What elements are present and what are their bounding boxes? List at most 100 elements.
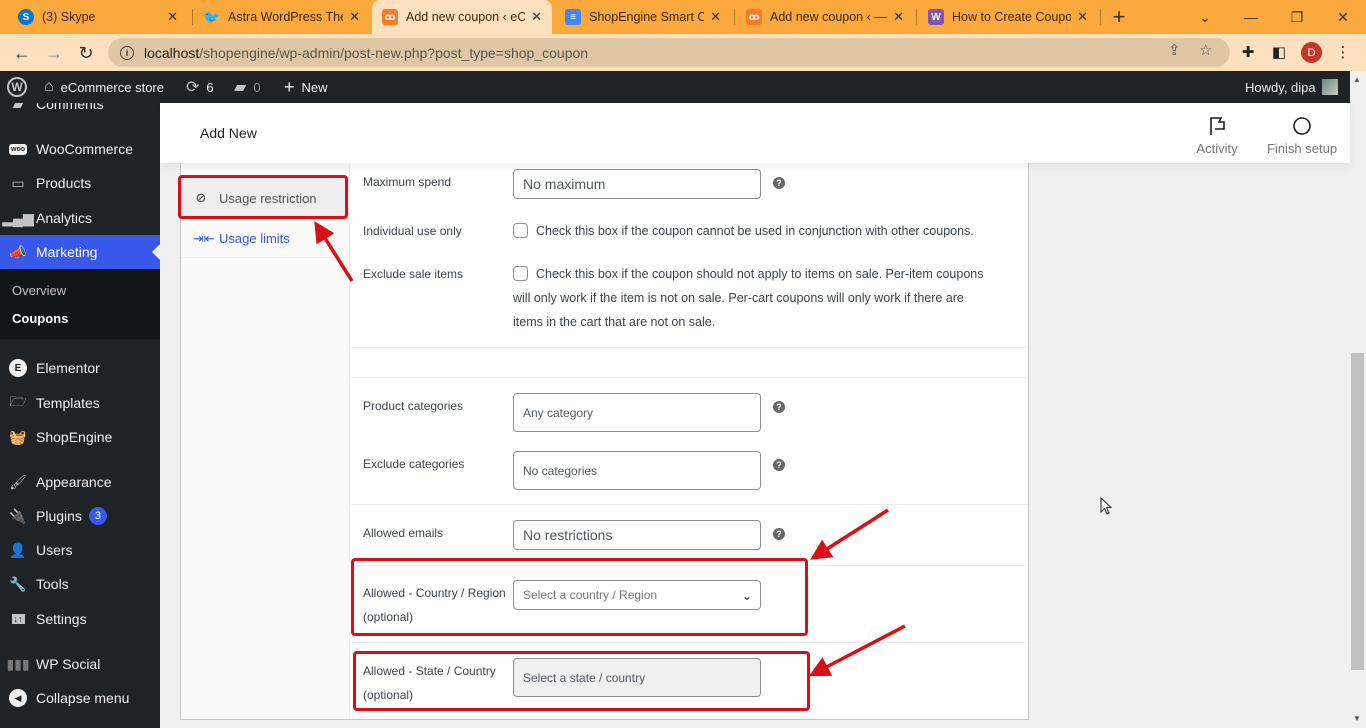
sidebar-item-label: Analytics (36, 210, 93, 226)
my-account-link[interactable]: Howdy, dipa (1245, 71, 1338, 103)
sidebar-item-label: WP Social (36, 656, 101, 672)
comments-link[interactable]: ▰ 0 (234, 71, 261, 103)
browser-tab[interactable]: ꝏ Add new coupon ‹ — ✕ (736, 0, 914, 34)
back-icon[interactable]: ← (9, 41, 35, 65)
elementor-icon: E (8, 358, 28, 378)
help-icon[interactable]: ? (773, 459, 785, 471)
maximum-spend-input[interactable]: No maximum (513, 169, 761, 199)
close-tab-icon[interactable]: ✕ (349, 9, 360, 25)
extensions-icon[interactable]: ✚ (1237, 41, 1259, 63)
browser-toolbar: ← → ↻ i localhost/shopengine/wp-admin/po… (0, 34, 1366, 71)
sidebar-item-settings[interactable]: ↓↑ Settings (0, 602, 160, 636)
finish-setup-label: Finish setup (1266, 141, 1338, 156)
tab-separator (916, 9, 917, 25)
tab-title: How to Create Coupo (952, 10, 1072, 24)
close-window-icon[interactable]: ✕ (1320, 0, 1366, 34)
submenu-item-coupons[interactable]: Coupons (12, 311, 68, 326)
profile-avatar[interactable]: D (1301, 42, 1322, 63)
sidebar-item-comments[interactable]: ▰ Comments (0, 103, 160, 121)
scroll-down-icon[interactable]: ▼ (1353, 714, 1361, 723)
wp-social-icon: ▮▮▮ (6, 655, 30, 672)
sidebar-item-elementor[interactable]: E Elementor (0, 351, 160, 385)
exclude-categories-select[interactable]: No categories (513, 451, 761, 490)
share-icon[interactable]: ⇪ (1168, 41, 1181, 59)
browser-tab[interactable]: ≡ ShopEngine Smart Co ✕ (555, 0, 731, 34)
sidebar-item-label: Collapse menu (36, 690, 130, 706)
exclude-sale-description: will only work if the item is not on sal… (513, 291, 964, 305)
finish-setup-button[interactable]: Finish setup (1266, 115, 1338, 156)
help-icon[interactable]: ? (773, 401, 785, 413)
sidebar-item-products[interactable]: ▭ Products (0, 166, 160, 200)
sidebar-item-analytics[interactable]: ▂▄▆ Analytics (0, 201, 160, 235)
bookmark-star-icon[interactable]: ☆ (1199, 41, 1212, 59)
sidebar-item-appearance[interactable]: 🖌 Appearance (0, 465, 160, 499)
divider (351, 642, 1028, 643)
wp-logo-icon[interactable]: W (7, 71, 27, 103)
tab-search-icon[interactable]: ⌄ (1182, 0, 1228, 34)
browser-tab-active[interactable]: ꝏ Add new coupon ‹ eC ✕ (372, 0, 552, 34)
side-panel-icon[interactable]: ◧ (1268, 41, 1290, 63)
product-categories-label: Product categories (363, 399, 464, 413)
collapse-icon: ◀ (8, 688, 28, 708)
address-bar[interactable]: i localhost/shopengine/wp-admin/post-new… (108, 38, 1230, 67)
browser-tab[interactable]: S (3) Skype ✕ (8, 0, 188, 34)
sidebar-item-users[interactable]: 👤 Users (0, 533, 160, 567)
close-tab-icon[interactable]: ✕ (531, 9, 542, 25)
sidebar-item-plugins[interactable]: 🔌 Plugins 3 (0, 499, 160, 533)
close-tab-icon[interactable]: ✕ (1077, 9, 1088, 25)
tab-title: Add new coupon ‹ eC (406, 10, 526, 24)
collapse-menu-button[interactable]: ◀ Collapse menu (0, 681, 160, 715)
plus-icon: + (284, 76, 295, 97)
new-content-link[interactable]: + New (284, 71, 328, 103)
browser-menu-icon[interactable]: ⋮ (1332, 41, 1354, 63)
minimize-icon[interactable]: — (1228, 0, 1274, 34)
url-host: localhost (144, 44, 200, 61)
sidebar-item-woocommerce[interactable]: woo WooCommerce (0, 132, 160, 166)
close-tab-icon[interactable]: ✕ (710, 9, 721, 25)
tab-usage-limits[interactable]: ⇥⇤ Usage limits (181, 220, 349, 258)
plugins-update-badge: 3 (88, 507, 107, 525)
help-icon[interactable]: ? (773, 177, 785, 189)
page-scrollbar[interactable]: ▲ ▼ (1350, 71, 1366, 728)
close-tab-icon[interactable]: ✕ (167, 9, 178, 25)
twitter-icon: 🐦 (203, 8, 221, 25)
reload-icon[interactable]: ↻ (73, 41, 99, 65)
updates-icon: ⟳ (186, 79, 200, 96)
tab-separator (734, 9, 735, 25)
help-icon[interactable]: ? (773, 528, 785, 540)
comment-icon: ▰ (234, 79, 247, 96)
paintbrush-icon: 🖌 (9, 473, 27, 490)
plugin-icon: 🔌 (9, 507, 27, 524)
browser-tab[interactable]: W How to Create Coupo ✕ (918, 0, 1098, 34)
submenu-item-overview[interactable]: Overview (12, 283, 66, 298)
user-avatar (1321, 79, 1338, 95)
individual-use-checkbox[interactable] (513, 223, 528, 238)
sidebar-item-shopengine[interactable]: 🧺 ShopEngine (0, 420, 160, 454)
product-categories-select[interactable]: Any category (513, 393, 761, 432)
browser-tab[interactable]: 🐦 Astra WordPress Them ✕ (194, 0, 370, 34)
woocommerce-header: Add New Activity Finish setup (160, 103, 1350, 163)
flag-icon (1194, 115, 1240, 137)
forward-icon[interactable]: → (41, 41, 67, 65)
exclude-sale-checkbox[interactable] (513, 266, 528, 281)
activity-button[interactable]: Activity (1194, 115, 1240, 156)
restore-icon[interactable]: ❐ (1274, 0, 1320, 34)
individual-use-description: Check this box if the coupon cannot be u… (536, 224, 974, 238)
scrollbar-thumb[interactable] (1351, 353, 1364, 670)
sidebar-item-marketing[interactable]: 📣 Marketing (0, 235, 160, 269)
close-tab-icon[interactable]: ✕ (893, 9, 904, 25)
progress-circle-icon (1266, 115, 1338, 137)
site-name-link[interactable]: ⌂ eCommerce store (44, 71, 164, 103)
sidebar-item-label: Tools (36, 576, 69, 592)
new-tab-button[interactable]: + (1096, 0, 1142, 34)
sidebar-item-wp-social[interactable]: ▮▮▮ WP Social (0, 647, 160, 681)
allowed-emails-input[interactable]: No restrictions (513, 520, 761, 550)
divider (351, 377, 1028, 378)
site-info-icon[interactable]: i (120, 45, 134, 60)
scroll-up-icon[interactable]: ▲ (1353, 75, 1361, 84)
sidebar-item-templates[interactable]: 🗁 Templates (0, 386, 160, 420)
updates-link[interactable]: ⟳ 6 (186, 71, 214, 103)
individual-use-label: Individual use only (363, 224, 462, 238)
sidebar-item-tools[interactable]: 🔧 Tools (0, 567, 160, 601)
sidebar-item-label: Settings (36, 611, 87, 627)
